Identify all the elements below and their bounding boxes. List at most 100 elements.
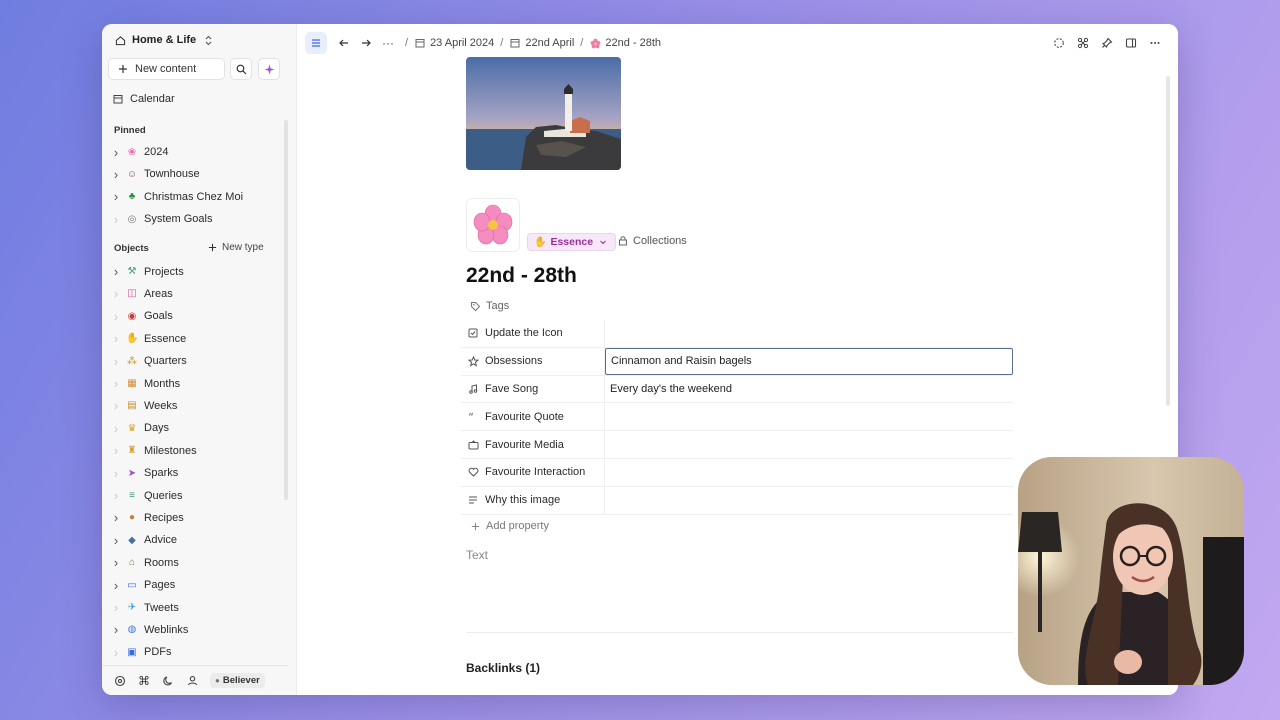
- sidebar-item-recipes[interactable]: › ● Recipes: [112, 509, 184, 527]
- user-icon[interactable]: [186, 675, 198, 687]
- chevron-right-icon[interactable]: ›: [112, 354, 120, 369]
- space-switcher[interactable]: Home & Life: [114, 34, 214, 46]
- chevron-right-icon[interactable]: ›: [112, 286, 120, 301]
- back-arrow-icon[interactable]: [333, 32, 355, 54]
- property-name[interactable]: Fave Song: [461, 375, 605, 403]
- settings-icon[interactable]: [114, 675, 126, 687]
- sidebar-item-system-goals[interactable]: › ◎ System Goals: [112, 210, 213, 228]
- property-value[interactable]: [605, 320, 1013, 347]
- chevron-right-icon[interactable]: ›: [112, 376, 120, 391]
- sidebar-item-calendar[interactable]: Calendar: [112, 90, 175, 108]
- more-history-icon[interactable]: ···: [377, 32, 399, 54]
- forward-arrow-icon[interactable]: [355, 32, 377, 54]
- text-lines-icon: [467, 494, 479, 506]
- property-value[interactable]: [605, 403, 1013, 430]
- property-value[interactable]: Every day's the weekend: [605, 376, 1013, 403]
- chevron-right-icon[interactable]: ›: [112, 443, 120, 458]
- sidebar-item-christmas-chez-moi[interactable]: › ♣ Christmas Chez Moi: [112, 188, 243, 206]
- sidebar-toggle-icon[interactable]: [305, 32, 327, 54]
- chevron-right-icon[interactable]: ›: [112, 189, 120, 204]
- chevron-right-icon[interactable]: ›: [112, 645, 120, 660]
- new-content-button[interactable]: New content: [108, 58, 225, 80]
- list-filter-icon: ≡: [129, 490, 135, 501]
- tags-field[interactable]: Tags: [469, 300, 509, 312]
- page-icon-flower[interactable]: [466, 198, 520, 252]
- sidebar-item-weeks[interactable]: › ▤ Weeks: [112, 397, 178, 415]
- page-title[interactable]: 22nd - 28th: [466, 264, 577, 288]
- chevron-right-icon[interactable]: ›: [112, 331, 120, 346]
- cover-image[interactable]: [466, 57, 621, 170]
- property-name[interactable]: “ Favourite Quote: [461, 403, 605, 431]
- chevron-right-icon[interactable]: ›: [112, 622, 120, 637]
- new-type-button[interactable]: New type: [206, 241, 264, 253]
- property-name[interactable]: Why this image: [461, 486, 605, 514]
- sidebar-item-areas[interactable]: › ◫ Areas: [112, 285, 173, 303]
- sidebar-item-tweets[interactable]: › ✈ Tweets: [112, 599, 179, 617]
- sidebar-item-milestones[interactable]: › ♜ Milestones: [112, 442, 197, 460]
- chevron-right-icon[interactable]: ›: [112, 398, 120, 413]
- property-name[interactable]: Update the Icon: [461, 320, 605, 347]
- chevron-right-icon[interactable]: ›: [112, 555, 120, 570]
- property-value[interactable]: [605, 431, 1013, 458]
- chevron-right-icon[interactable]: ›: [112, 212, 120, 227]
- sidebar-item-weblinks[interactable]: › ◍ Weblinks: [112, 621, 189, 639]
- sync-status-icon[interactable]: [1048, 32, 1070, 54]
- chevron-right-icon[interactable]: ›: [112, 466, 120, 481]
- sidebar-item-months[interactable]: › ▦ Months: [112, 375, 180, 393]
- panel-toggle-icon[interactable]: [1120, 32, 1142, 54]
- sidebar-item-pdfs[interactable]: › ▣ PDFs: [112, 643, 172, 661]
- property-value-input[interactable]: Cinnamon and Raisin bagels: [605, 347, 1013, 375]
- collections-button[interactable]: Collections: [617, 235, 687, 247]
- chevron-right-icon[interactable]: ›: [112, 533, 120, 548]
- add-property-button[interactable]: Add property: [469, 520, 549, 532]
- chevron-right-icon[interactable]: ›: [112, 145, 120, 160]
- property-value[interactable]: [605, 487, 1013, 514]
- sidebar-item-days[interactable]: › ♛ Days: [112, 419, 169, 437]
- more-options-icon[interactable]: [1144, 32, 1166, 54]
- sidebar-item-townhouse[interactable]: › ☺ Townhouse: [112, 165, 200, 183]
- chevron-right-icon[interactable]: ›: [112, 600, 120, 615]
- chevron-right-icon[interactable]: ›: [112, 309, 120, 324]
- bird-icon: ✈: [127, 602, 137, 613]
- chevron-right-icon[interactable]: ›: [112, 167, 120, 182]
- media-icon: [467, 439, 479, 451]
- command-icon[interactable]: ⌘: [138, 674, 150, 688]
- property-name[interactable]: Favourite Media: [461, 431, 605, 458]
- sidebar-item-2024[interactable]: › ❀ 2024: [112, 143, 169, 161]
- breadcrumb-item[interactable]: 22nd April: [509, 37, 574, 49]
- relations-icon[interactable]: [1072, 32, 1094, 54]
- chevron-right-icon[interactable]: ›: [112, 421, 120, 436]
- chevron-right-icon[interactable]: ›: [112, 264, 120, 279]
- breadcrumb-separator: /: [500, 37, 504, 49]
- sidebar-item-advice[interactable]: › ◆ Advice: [112, 531, 177, 549]
- object-type-dropdown[interactable]: ✋ Essence: [527, 233, 617, 251]
- plus-icon: [117, 63, 129, 75]
- chevron-right-icon[interactable]: ›: [112, 510, 120, 525]
- lock-folder-icon: [617, 235, 629, 247]
- sidebar-scrollbar[interactable]: [284, 120, 288, 500]
- text-editor-placeholder[interactable]: Text: [466, 548, 488, 562]
- sidebar-item-essence[interactable]: › ✋ Essence: [112, 330, 186, 348]
- chevron-up-down-icon: [202, 34, 214, 46]
- sidebar-item-rooms[interactable]: › ⌂ Rooms: [112, 554, 179, 572]
- property-name[interactable]: Favourite Interaction: [461, 458, 605, 486]
- plan-badge[interactable]: ● Believer: [210, 673, 265, 688]
- pin-icon[interactable]: [1096, 32, 1118, 54]
- sidebar-item-projects[interactable]: › ⚒ Projects: [112, 263, 184, 281]
- property-value[interactable]: [605, 459, 1013, 486]
- search-button[interactable]: [230, 58, 252, 80]
- sidebar-item-sparks[interactable]: › ➤ Sparks: [112, 464, 178, 482]
- ai-sparkle-button[interactable]: [258, 58, 280, 80]
- sidebar-item-queries[interactable]: › ≡ Queries: [112, 487, 183, 505]
- chevron-right-icon[interactable]: ›: [112, 488, 120, 503]
- main-scrollbar[interactable]: [1166, 76, 1170, 406]
- property-name[interactable]: Obsessions: [461, 347, 605, 375]
- sidebar-item-quarters[interactable]: › ⁂ Quarters: [112, 352, 187, 370]
- sidebar-item-goals[interactable]: › ◉ Goals: [112, 307, 173, 325]
- breadcrumb-item[interactable]: 23 April 2024: [414, 37, 494, 49]
- chevron-right-icon[interactable]: ›: [112, 578, 120, 593]
- breadcrumb-current[interactable]: 22nd - 28th: [589, 37, 661, 49]
- sidebar-item-pages[interactable]: › ▭ Pages: [112, 576, 175, 594]
- moon-icon[interactable]: [162, 675, 174, 687]
- backlinks-heading[interactable]: Backlinks (1): [466, 661, 540, 675]
